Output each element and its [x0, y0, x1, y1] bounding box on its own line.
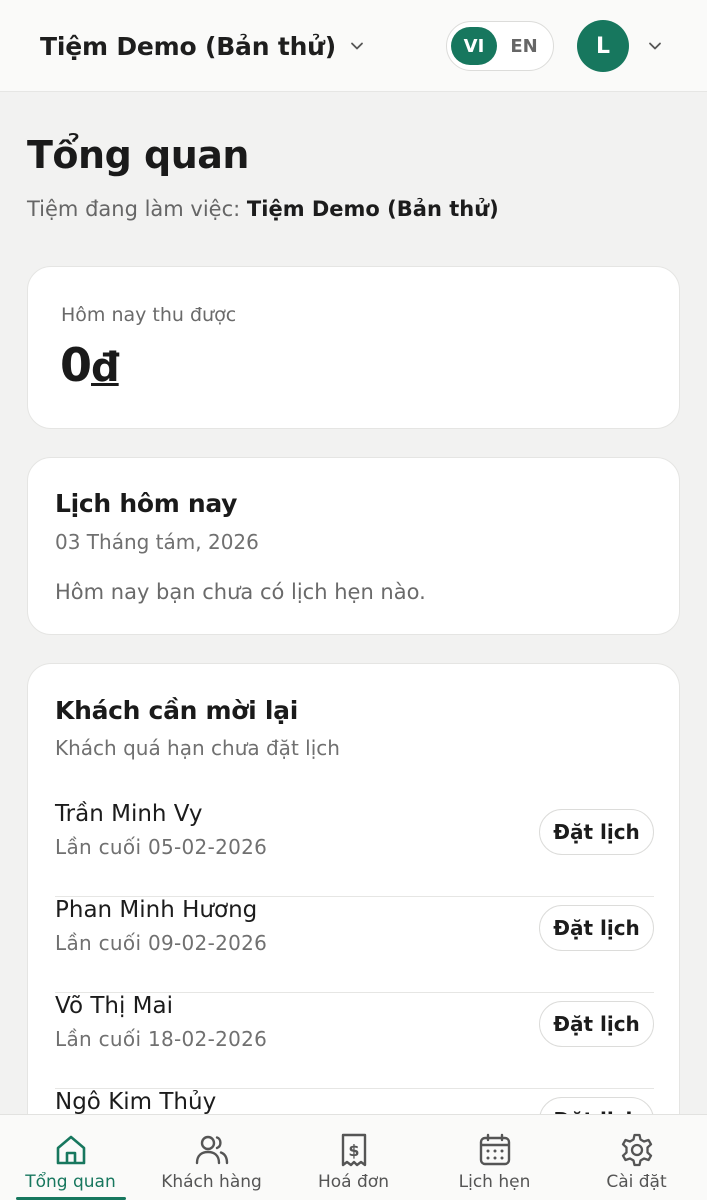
nav-label: Cài đặt — [606, 1172, 667, 1192]
workspace-label: Tiệm đang làm việc: — [27, 197, 241, 221]
nav-item-customers[interactable]: Khách hàng — [141, 1115, 282, 1200]
language-toggle: VI EN — [446, 21, 554, 71]
account-chevron-down-icon[interactable] — [648, 39, 662, 53]
nav-item-invoices[interactable]: $ Hoá đơn — [283, 1115, 424, 1200]
receipt-icon: $ — [335, 1131, 373, 1169]
users-icon — [193, 1131, 231, 1169]
nav-label: Lịch hẹn — [458, 1172, 531, 1192]
customer-last-visit: Lần cuối 18-02-2026 — [55, 1027, 268, 1051]
customer-name: Ngô Kim Thủy — [55, 1089, 217, 1115]
currency-symbol: đ — [91, 345, 120, 391]
top-bar: Tiệm Demo (Bản thử) VI EN L — [0, 0, 707, 92]
nav-label: Hoá đơn — [318, 1172, 389, 1192]
customer-row: Võ Thị Mai Lần cuối 18-02-2026 Đặt lịch — [55, 993, 654, 1089]
workspace-name: Tiệm Demo (Bản thử) — [246, 197, 499, 221]
schedule-date: 03 Tháng tám, 2026 — [55, 530, 259, 554]
book-appointment-button[interactable]: Đặt lịch — [539, 809, 654, 855]
customer-name: Võ Thị Mai — [55, 993, 173, 1019]
book-appointment-button[interactable]: Đặt lịch — [539, 905, 654, 951]
nav-item-appointments[interactable]: Lịch hẹn — [424, 1115, 565, 1200]
nav-label: Khách hàng — [161, 1172, 262, 1192]
nav-item-overview[interactable]: Tổng quan — [0, 1115, 141, 1200]
customer-last-visit: Lần cuối 05-02-2026 — [55, 835, 268, 859]
customer-row: Trần Minh Vy Lần cuối 05-02-2026 Đặt lịc… — [55, 801, 654, 897]
gear-icon — [618, 1131, 656, 1169]
shop-name: Tiệm Demo (Bản thử) — [40, 31, 336, 61]
schedule-empty-message: Hôm nay bạn chưa có lịch hẹn nào. — [55, 580, 426, 604]
workspace-info: Tiệm đang làm việc: Tiệm Demo (Bản thử) — [27, 197, 499, 221]
revenue-card: Hôm nay thu được 0đ — [27, 266, 680, 429]
shop-switcher[interactable]: Tiệm Demo (Bản thử) — [40, 28, 364, 64]
reinvite-card: Khách cần mời lại Khách quá hạn chưa đặt… — [27, 663, 680, 1183]
reinvite-title: Khách cần mời lại — [55, 696, 298, 725]
revenue-amount: 0đ — [60, 338, 120, 392]
page-title: Tổng quan — [27, 133, 249, 177]
nav-label: Tổng quan — [25, 1172, 116, 1192]
book-appointment-button[interactable]: Đặt lịch — [539, 1001, 654, 1047]
customer-name: Phan Minh Hương — [55, 897, 258, 923]
customer-last-visit: Lần cuối 09-02-2026 — [55, 931, 268, 955]
customer-row: Phan Minh Hương Lần cuối 09-02-2026 Đặt … — [55, 897, 654, 993]
reinvite-subtitle: Khách quá hạn chưa đặt lịch — [55, 736, 340, 760]
calendar-icon — [476, 1131, 514, 1169]
lang-vi-option[interactable]: VI — [451, 27, 497, 65]
today-schedule-card: Lịch hôm nay 03 Tháng tám, 2026 Hôm nay … — [27, 457, 680, 635]
avatar[interactable]: L — [577, 20, 629, 72]
customer-name: Trần Minh Vy — [55, 801, 203, 827]
home-icon — [52, 1131, 90, 1169]
bottom-nav: Tổng quan Khách hàng $ Hoá đơn Lịch hẹn … — [0, 1114, 707, 1200]
nav-item-settings[interactable]: Cài đặt — [566, 1115, 707, 1200]
svg-text:$: $ — [348, 1141, 359, 1160]
schedule-title: Lịch hôm nay — [55, 489, 238, 518]
revenue-value: 0 — [60, 338, 92, 392]
lang-en-option[interactable]: EN — [501, 27, 547, 65]
revenue-label: Hôm nay thu được — [61, 304, 237, 326]
chevron-down-icon — [350, 39, 364, 53]
